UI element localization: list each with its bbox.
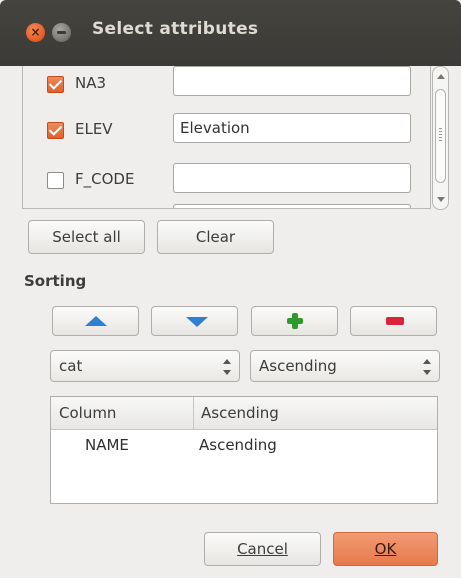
column-header-column[interactable]: Column [59,404,116,422]
scroll-down-icon[interactable] [437,197,445,202]
combo-arrows-icon [223,359,231,375]
arrow-up-icon [85,316,107,326]
column-header-ascending[interactable]: Ascending [201,404,279,422]
table-header: Column Ascending [51,397,437,430]
table-cell-order: Ascending [199,436,277,454]
title-bar: × Select attributes [0,0,461,66]
select-all-button[interactable]: Select all [28,220,145,254]
attribute-list: NA3 ELEV F_CODE [22,66,431,209]
table-cell-column: NAME [85,436,129,454]
attribute-name: F_CODE [75,170,135,188]
arrow-down-icon [186,317,208,327]
move-down-button[interactable] [151,306,238,336]
scroll-up-icon[interactable] [437,74,445,79]
sort-order-combo[interactable]: Ascending [250,350,440,382]
header-divider [193,397,194,429]
attribute-row-elev: ELEV [23,112,423,152]
select-attributes-dialog: × Select attributes NA3 ELEV F_CODE Sele… [0,0,461,578]
attribute-alias-input[interactable] [173,163,411,193]
sort-column-combo[interactable]: cat [50,350,240,382]
remove-sort-button[interactable] [350,306,437,336]
minimize-icon[interactable] [52,23,71,42]
attribute-row-f-code: F_CODE [23,163,423,203]
close-icon[interactable]: × [26,23,45,42]
ok-button[interactable]: OK [333,532,438,566]
move-up-button[interactable] [52,306,139,336]
attribute-alias-input[interactable] [173,66,411,96]
sorting-label: Sorting [24,272,87,290]
add-sort-button[interactable] [251,306,338,336]
scrollbar-thumb[interactable] [435,89,446,183]
minus-icon [386,317,404,325]
attribute-list-scrollbar[interactable] [432,66,449,210]
ok-label: OK [374,540,397,558]
attribute-checkbox-elev[interactable] [47,122,64,139]
clear-button[interactable]: Clear [157,220,274,254]
cancel-label: Cancel [237,540,288,558]
combo-arrows-icon [423,359,431,375]
attribute-alias-input-partial [173,204,411,208]
attribute-name: ELEV [75,120,113,138]
attribute-checkbox-na3[interactable] [47,76,64,93]
attribute-alias-input[interactable] [173,113,411,143]
sort-order-value: Ascending [259,357,337,375]
attribute-row-na3: NA3 [23,66,423,106]
cancel-button[interactable]: Cancel [204,532,321,566]
attribute-checkbox-f-code[interactable] [47,172,64,189]
sort-table: Column Ascending NAME Ascending [50,396,438,504]
window-title: Select attributes [92,19,259,39]
sort-column-value: cat [59,357,83,375]
plus-icon [287,313,303,329]
attribute-name: NA3 [75,74,107,92]
